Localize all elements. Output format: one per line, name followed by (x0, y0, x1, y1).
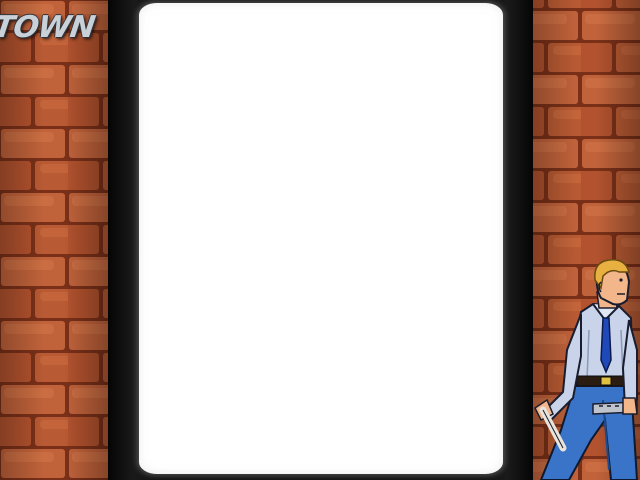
brick-wall-left (0, 0, 108, 480)
game-screen[interactable] (139, 3, 503, 474)
game-logo: TOWN (0, 10, 97, 45)
brawler-with-nightstick-icon (534, 259, 639, 480)
left-artwork-panel: TOWN (0, 0, 108, 480)
right-artwork-panel (533, 0, 640, 480)
